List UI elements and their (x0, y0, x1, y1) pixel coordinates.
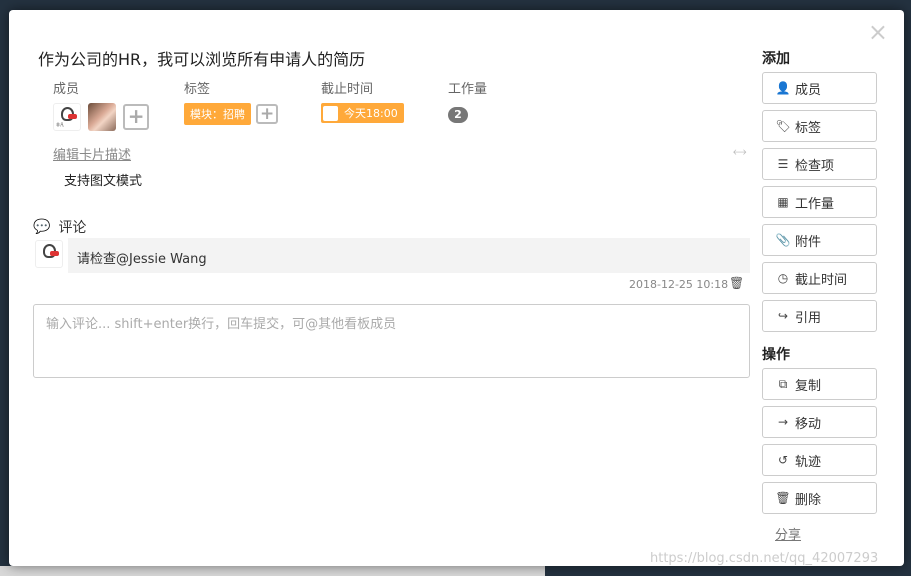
add-checklist-button[interactable]: ☰ 检查项 (762, 148, 877, 180)
member-avatar[interactable]: 非凡 (53, 103, 81, 131)
trash-icon: 🗑 (775, 491, 791, 505)
button-label: 复制 (795, 378, 822, 394)
members-section: 成员 非凡 + (53, 78, 184, 138)
paperclip-icon: 📎 (775, 233, 791, 247)
add-reference-button[interactable]: ↪ 引用 (762, 300, 877, 332)
workload-label: 工作量 (448, 82, 488, 97)
add-member-button[interactable]: + (123, 104, 150, 130)
add-attachment-button[interactable]: 📎 附件 (762, 224, 877, 256)
button-label: 工作量 (795, 196, 835, 212)
ops-buttons: ⧉ 复制 → 移动 ↺ 轨迹 🗑 删除 (762, 368, 878, 514)
tag-badge[interactable]: 模块：招聘 (184, 103, 251, 125)
due-section: 截止时间 今天18:00 (321, 78, 448, 138)
due-date-badge[interactable]: 今天18:00 (321, 103, 404, 123)
button-label: 删除 (795, 492, 822, 508)
add-member-sidebar-button[interactable]: 👤 成员 (762, 72, 877, 104)
comments-heading-label: 评论 (58, 220, 87, 236)
member-avatar[interactable] (88, 103, 117, 131)
button-label: 引用 (795, 310, 822, 326)
tag-icon: 🏷 (775, 119, 791, 133)
penguin-beak (68, 114, 77, 119)
button-label: 标签 (795, 120, 822, 136)
delete-comment-icon[interactable]: 🗑 (729, 276, 744, 290)
close-icon[interactable]: × (868, 20, 888, 44)
add-buttons: 👤 成员 🏷 标签 ☰ 检查项 ▦ 工作量 📎 附件 ◷ 截止时间 ↪ 引用 (762, 72, 878, 332)
history-icon: ↺ (777, 453, 789, 467)
comments-icon: 💬 (33, 219, 51, 235)
comment-author-avatar[interactable] (35, 240, 63, 268)
tags-section: 标签 模块：招聘 + (184, 78, 321, 138)
comments-heading: 💬 评论 (33, 217, 86, 237)
comment-body: 请检查@Jessie Wang (68, 238, 750, 273)
comment-timestamp: 2018-12-25 10:18 (629, 278, 729, 291)
add-workload-button[interactable]: ▦ 工作量 (762, 186, 877, 218)
share-link[interactable]: 分享 (775, 524, 878, 543)
grid-icon: ▦ (777, 195, 789, 209)
user-plus-icon: 👤 (775, 81, 791, 95)
workload-badge[interactable]: 2 (448, 107, 468, 123)
card-sidebar: 添加 👤 成员 🏷 标签 ☰ 检查项 ▦ 工作量 📎 附件 ◷ 截止时间 ↪ 引用 操作 ⧉ 复… (762, 48, 878, 543)
ops-heading: 操作 (762, 347, 790, 363)
tags-label: 标签 (184, 82, 211, 97)
watermark-text: https://blog.csdn.net/qq_42007293 (650, 551, 879, 566)
penguin-beak (50, 251, 59, 256)
add-tag-button[interactable]: + (256, 104, 279, 124)
due-label: 截止时间 (321, 82, 374, 97)
workload-section: 工作量 2 (448, 78, 538, 138)
add-due-date-button[interactable]: ◷ 截止时间 (762, 262, 877, 294)
arrow-right-icon: → (777, 415, 789, 429)
card-title[interactable]: 作为公司的HR，我可以浏览所有申请人的简历 (38, 46, 365, 70)
avatar-caption: 非凡 (56, 122, 64, 127)
button-label: 移动 (795, 416, 822, 432)
copy-button[interactable]: ⧉ 复制 (762, 368, 877, 400)
due-checkbox[interactable] (323, 105, 338, 121)
move-button[interactable]: → 移动 (762, 406, 877, 438)
button-label: 成员 (795, 82, 822, 98)
history-button[interactable]: ↺ 轨迹 (762, 444, 877, 476)
description-text: 支持图文模式 (64, 174, 143, 189)
button-label: 轨迹 (795, 454, 822, 470)
card-meta: 成员 非凡 + 标签 模块：招聘 + 截止时间 今天18:00 工作量 2 (53, 78, 538, 138)
due-date-text: 今天18:00 (344, 107, 398, 120)
share-arrow-icon: ↪ (777, 309, 789, 323)
clock-icon: ◷ (777, 271, 789, 285)
expand-icon[interactable]: ⤢ (730, 144, 748, 162)
card-detail-modal: × 作为公司的HR，我可以浏览所有申请人的简历 成员 非凡 + 标签 模块：招聘… (9, 10, 904, 566)
copy-icon: ⧉ (778, 376, 788, 391)
button-label: 附件 (795, 234, 822, 250)
delete-button[interactable]: 🗑 删除 (762, 482, 877, 514)
background-board-strip (0, 566, 545, 576)
comment-input[interactable] (33, 304, 750, 378)
button-label: 截止时间 (795, 272, 848, 288)
button-label: 检查项 (795, 158, 835, 174)
add-heading: 添加 (762, 51, 790, 67)
list-icon: ☰ (777, 157, 789, 171)
edit-description-link[interactable]: 编辑卡片描述 (53, 144, 131, 163)
add-tag-sidebar-button[interactable]: 🏷 标签 (762, 110, 877, 142)
members-label: 成员 (53, 82, 80, 97)
